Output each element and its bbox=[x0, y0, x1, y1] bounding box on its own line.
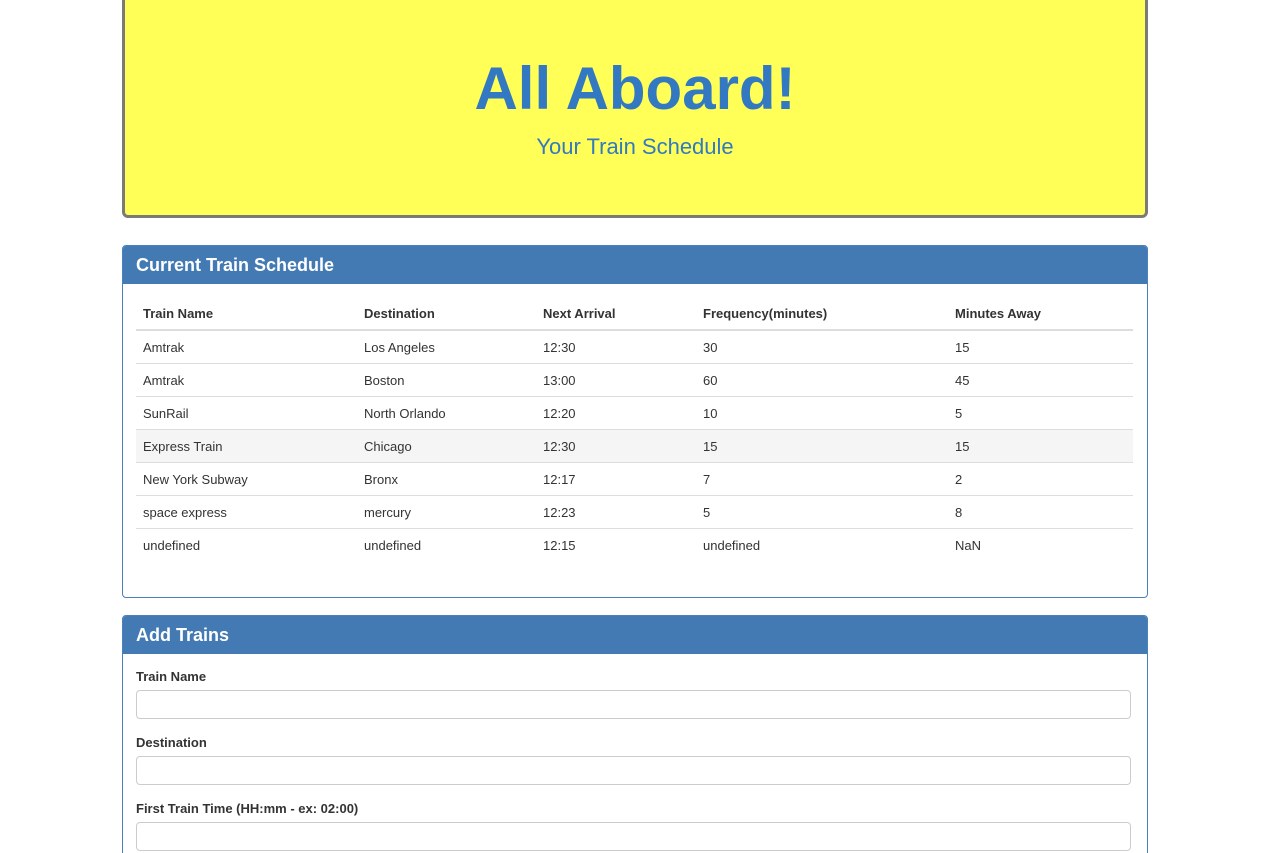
schedule-panel-body: Train Name Destination Next Arrival Freq… bbox=[123, 284, 1147, 561]
cell-destination: Chicago bbox=[357, 429, 536, 463]
add-trains-panel: Add Trains Train Name Destination First … bbox=[122, 615, 1148, 853]
destination-label: Destination bbox=[136, 735, 207, 750]
cell-next-arrival: 12:20 bbox=[536, 396, 696, 430]
table-row: Amtrak Los Angeles 12:30 30 15 bbox=[136, 330, 1133, 364]
page: All Aboard! Your Train Schedule Current … bbox=[0, 0, 1280, 853]
cell-frequency: 60 bbox=[696, 363, 948, 397]
cell-next-arrival: 12:15 bbox=[543, 537, 576, 553]
first-train-time-label: First Train Time (HH:mm - ex: 02:00) bbox=[136, 801, 359, 816]
cell-destination: mercury bbox=[357, 495, 536, 529]
cell-next-arrival: 12:30 bbox=[536, 429, 696, 463]
cell-minutes-away: 8 bbox=[948, 495, 1133, 529]
cell-next-arrival: 12:30 bbox=[536, 330, 696, 364]
cell-destination: Bronx bbox=[357, 462, 536, 496]
first-train-time-input[interactable] bbox=[136, 822, 1131, 851]
cell-minutes-away: 15 bbox=[948, 330, 1133, 364]
schedule-panel-heading: Current Train Schedule bbox=[123, 246, 1147, 284]
column-header-train-name: Train Name bbox=[136, 297, 357, 331]
cell-minutes-away: 45 bbox=[948, 363, 1133, 397]
cell-minutes-away: NaN bbox=[955, 537, 982, 553]
cell-frequency: 7 bbox=[696, 462, 948, 496]
table-row: SunRail North Orlando 12:20 10 5 bbox=[136, 396, 1133, 430]
cell-next-arrival: 13:00 bbox=[536, 363, 696, 397]
schedule-table: Train Name Destination Next Arrival Freq… bbox=[136, 297, 1133, 561]
table-row: space express mercury 12:23 5 8 bbox=[136, 495, 1133, 529]
cell-frequency: 30 bbox=[696, 330, 948, 364]
jumbotron-header: All Aboard! Your Train Schedule bbox=[122, 0, 1148, 218]
page-subtitle: Your Train Schedule bbox=[536, 134, 734, 159]
cell-minutes-away: 2 bbox=[948, 462, 1133, 496]
cell-destination: Boston bbox=[357, 363, 536, 397]
cell-train-name: space express bbox=[136, 495, 357, 529]
table-header-row: Train Name Destination Next Arrival Freq… bbox=[136, 297, 1133, 331]
table-row: undefined undefined 12:15 undefined NaN bbox=[136, 529, 1133, 562]
cell-train-name: Express Train bbox=[136, 429, 357, 463]
schedule-panel: Current Train Schedule Train Name Destin… bbox=[122, 245, 1148, 598]
cell-frequency: undefined bbox=[703, 537, 761, 553]
cell-next-arrival: 12:17 bbox=[536, 462, 696, 496]
column-header-frequency: Frequency(minutes) bbox=[696, 297, 948, 331]
column-header-destination: Destination bbox=[357, 297, 536, 331]
table-row: Express Train Chicago 12:30 15 15 bbox=[136, 429, 1133, 463]
cell-frequency: 5 bbox=[696, 495, 948, 529]
column-header-minutes-away: Minutes Away bbox=[948, 297, 1133, 331]
cell-train-name: Amtrak bbox=[136, 330, 357, 364]
column-header-next-arrival: Next Arrival bbox=[536, 297, 696, 331]
cell-frequency: 15 bbox=[696, 429, 948, 463]
destination-input[interactable] bbox=[136, 756, 1131, 785]
cell-train-name: Amtrak bbox=[136, 363, 357, 397]
cell-train-name: New York Subway bbox=[136, 462, 357, 496]
table-row: Amtrak Boston 13:00 60 45 bbox=[136, 363, 1133, 397]
cell-destination: Los Angeles bbox=[357, 330, 536, 364]
cell-destination: undefined bbox=[364, 537, 422, 553]
add-trains-panel-heading: Add Trains bbox=[123, 616, 1147, 654]
table-row: New York Subway Bronx 12:17 7 2 bbox=[136, 462, 1133, 496]
train-name-input[interactable] bbox=[136, 690, 1131, 719]
cell-train-name: undefined bbox=[143, 537, 201, 553]
train-name-label: Train Name bbox=[136, 669, 207, 684]
add-trains-form: Train Name Destination First Train Time … bbox=[123, 654, 1147, 851]
page-title: All Aboard! bbox=[474, 55, 796, 122]
cell-train-name: SunRail bbox=[136, 396, 357, 430]
cell-minutes-away: 5 bbox=[948, 396, 1133, 430]
cell-frequency: 10 bbox=[696, 396, 948, 430]
cell-destination: North Orlando bbox=[357, 396, 536, 430]
cell-minutes-away: 15 bbox=[948, 429, 1133, 463]
cell-next-arrival: 12:23 bbox=[536, 495, 696, 529]
